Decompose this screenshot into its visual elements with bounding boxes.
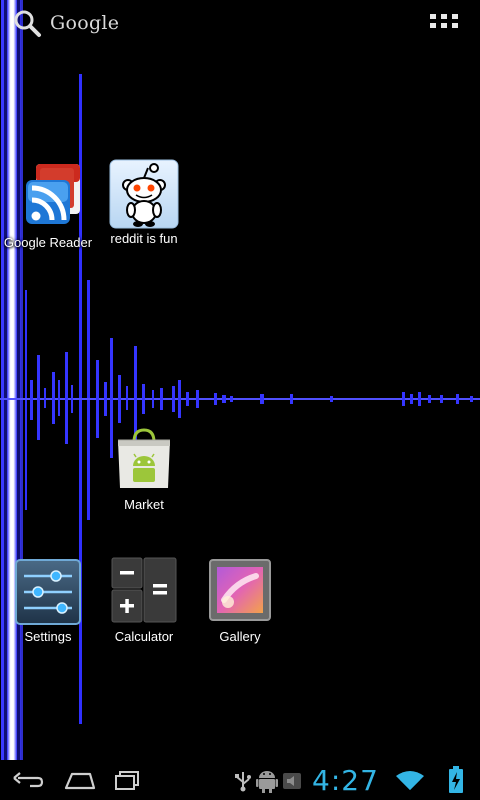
recent-apps-button[interactable] (108, 768, 148, 792)
gallery-icon (204, 556, 276, 628)
back-button[interactable] (8, 768, 48, 792)
status-clock: 4:27 (312, 764, 379, 797)
battery-charging-icon (448, 766, 464, 798)
back-icon (13, 772, 44, 788)
usb-icon (234, 770, 252, 796)
shortcut-calculator[interactable]: Calculator (96, 556, 192, 644)
shortcut-label: Gallery (219, 629, 261, 644)
volume-muted-icon (282, 772, 302, 794)
shortcut-market[interactable]: Market (96, 424, 192, 512)
home-button[interactable] (60, 768, 100, 792)
shortcut-label: reddit is fun (110, 231, 178, 246)
android-debug-icon (256, 768, 278, 798)
calculator-icon (108, 556, 180, 628)
shortcut-reddit-is-fun[interactable]: reddit is fun (96, 158, 192, 246)
wifi-icon (396, 770, 424, 796)
settings-sliders-icon (12, 556, 84, 628)
search-label: Google (50, 12, 120, 34)
market-bag-icon (108, 424, 180, 496)
shortcut-settings[interactable]: Settings (0, 556, 96, 644)
reddit-alien-icon (108, 158, 180, 230)
search-icon (12, 8, 42, 38)
system-bar: 4:27 (0, 760, 480, 800)
recent-apps-icon (115, 771, 139, 790)
shortcut-label: Market (124, 497, 164, 512)
shortcut-gallery[interactable]: Gallery (192, 556, 288, 644)
shortcut-google-reader[interactable]: Google Reader (0, 162, 96, 250)
google-reader-icon (12, 162, 84, 234)
all-apps-button[interactable] (430, 14, 460, 36)
home-icon (64, 772, 96, 790)
live-wallpaper (0, 0, 480, 760)
shortcut-label: Settings (24, 629, 72, 644)
shortcut-label: Calculator (114, 629, 174, 644)
shortcut-label: Google Reader (3, 235, 93, 250)
google-search-bar[interactable]: Google (12, 6, 119, 40)
